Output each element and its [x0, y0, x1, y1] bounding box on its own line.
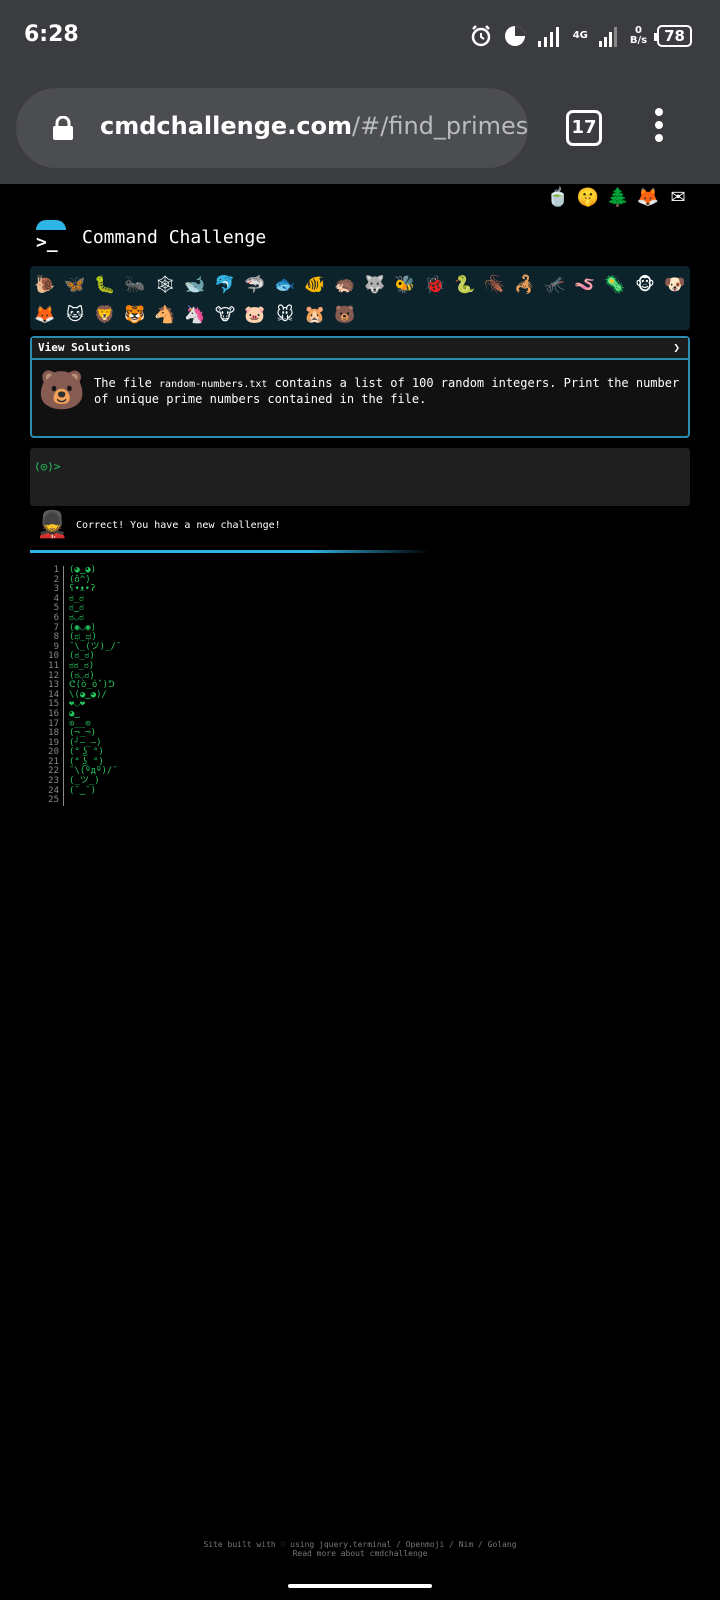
address-bar[interactable]: cmdchallenge.com/#/find_primes — [16, 88, 528, 168]
file-name: random-numbers.txt — [159, 378, 268, 390]
challenge-icon-19[interactable]: 🪱 — [572, 272, 598, 298]
url-path: /#/find_primes — [352, 112, 529, 140]
challenge-icon-12[interactable]: 🐺 — [362, 272, 388, 298]
challenge-icon-6[interactable]: 🦄 — [182, 302, 208, 328]
header-link-icon-1[interactable]: 🍵 — [546, 186, 570, 210]
status-icons: 4G 0 B/s 78 — [469, 20, 692, 52]
challenge-icon-22[interactable]: 🐶 — [662, 272, 688, 298]
header-link-icon-4[interactable]: 🦊 — [636, 186, 660, 210]
challenge-icon-11[interactable]: 🦔 — [332, 272, 358, 298]
line-text — [64, 796, 69, 806]
challenge-icon-4[interactable]: 🐜 — [122, 272, 148, 298]
challenge-icon-4[interactable]: 🐯 — [122, 302, 148, 328]
challenge-icon-13[interactable]: 🐝 — [392, 272, 418, 298]
terminal-logo-icon[interactable]: >_ — [34, 220, 68, 254]
line-number: 25 — [44, 796, 64, 806]
challenge-icons-strip: 🐌 🦋 🐛 🐜 🕸 🐋 🐬 🦈 🐟 🐠 🦔 🐺 🐝 🐞 🐍 🪳 🦂 🦟 🪱 🦠 🐵 🐶 🦊 🐱 🦁 🐯 🐴 🦄 🐮 🐷 🐭 🐹 🐻 — [30, 266, 690, 330]
challenge-icon-21[interactable]: 🐵 — [632, 272, 658, 298]
site-header: >_ Command Challenge — [34, 220, 266, 254]
browser-toolbar: cmdchallenge.com/#/find_primes 17 — [0, 72, 720, 184]
challenge-icon-2[interactable]: 🦋 — [62, 272, 88, 298]
footer: Site built with ♡ using jquery.terminal … — [0, 1540, 720, 1558]
footer-about-link[interactable]: Read more about cmdchallenge — [0, 1549, 720, 1558]
data-saver-icon — [504, 26, 525, 46]
chevron-right-icon: ❯ — [673, 341, 680, 354]
challenge-description: The file random-numbers.txt contains a l… — [94, 375, 680, 406]
challenge-icon-17[interactable]: 🦂 — [512, 272, 538, 298]
challenge-icons-row: 🦊 🐱 🦁 🐯 🐴 🦄 🐮 🐷 🐭 🐹 🐻 — [32, 300, 688, 330]
challenge-icon-8[interactable]: 🦈 — [242, 272, 268, 298]
challenge-icon-14[interactable]: 🐞 — [422, 272, 448, 298]
net-speed: 0 B/s — [629, 25, 648, 46]
header-link-icon-3[interactable]: 🌲 — [606, 186, 630, 210]
view-solutions-label: View Solutions — [38, 341, 131, 354]
signal-2-icon — [598, 27, 617, 47]
view-solutions-toggle[interactable]: View Solutions ❯ — [32, 338, 688, 360]
guard-icon: 💂 — [36, 510, 69, 540]
challenge-icon-15[interactable]: 🐍 — [452, 272, 478, 298]
challenge-icon-11[interactable]: 🐻 — [332, 302, 358, 328]
challenge-icons-row: 🐌 🦋 🐛 🐜 🕸 🐋 🐬 🦈 🐟 🐠 🦔 🐺 🐝 🐞 🐍 🪳 🦂 🦟 🪱 🦠 🐵 🐶 — [32, 270, 688, 300]
terminal-prompt: (◎)> — [34, 460, 61, 473]
site-title[interactable]: Command Challenge — [82, 227, 266, 248]
challenge-icon-20[interactable]: 🦠 — [602, 272, 628, 298]
alarm-icon — [471, 25, 490, 47]
challenge-icon-7[interactable]: 🐬 — [212, 272, 238, 298]
overflow-menu-button[interactable] — [654, 108, 664, 148]
challenge-icon-9[interactable]: 🐟 — [272, 272, 298, 298]
terminal-output: 1 (◕‿◕) 2 (ô^) 3 ʕ•ᴥ•ʔ 4 ಠ_ಠ 5 ಠ‿ಠ 6 ಠ◡ಠ 7 (◉◡◉) 8 (ಥ_ಥ… — [44, 565, 121, 806]
progress-bar — [30, 550, 430, 553]
challenge-icon-6[interactable]: 🐋 — [182, 272, 208, 298]
header-icon-links: 🍵 🤫 🌲 🦊 ✉ — [546, 186, 690, 210]
challenge-icon-7[interactable]: 🐮 — [212, 302, 238, 328]
network-type: 4G — [572, 30, 588, 41]
status-bar: 6:28 4G 0 B/s 78 — [0, 0, 720, 72]
line-text: (¯‿¯) — [69, 785, 97, 796]
challenge-icon-5[interactable]: 🐴 — [152, 302, 178, 328]
footer-credits: Site built with ♡ using jquery.terminal … — [203, 1540, 517, 1549]
challenge-icon-16[interactable]: 🪳 — [482, 272, 508, 298]
challenge-icon-2[interactable]: 🐱 — [62, 302, 88, 328]
url-text: cmdchallenge.com/#/find_primes — [100, 112, 528, 140]
challenge-icon-9[interactable]: 🐭 — [272, 302, 298, 328]
header-link-icon-5[interactable]: ✉ — [666, 186, 690, 210]
challenge-icon-5[interactable]: 🕸 — [152, 272, 178, 298]
output-line: 25 — [44, 796, 121, 806]
terminal-input[interactable]: (◎)> — [30, 448, 690, 506]
signal-icon — [537, 27, 559, 47]
challenge-icon-1[interactable]: 🦊 — [32, 302, 58, 328]
clock: 6:28 — [24, 22, 79, 47]
challenge-icon-8[interactable]: 🐷 — [242, 302, 268, 328]
challenge-icon-10[interactable]: 🐠 — [302, 272, 328, 298]
challenge-panel: View Solutions ❯ 🐻 The file random-numbe… — [30, 336, 690, 438]
url-host: cmdchallenge.com — [100, 112, 353, 140]
tab-switcher-button[interactable]: 17 — [566, 110, 602, 146]
header-link-icon-2[interactable]: 🤫 — [576, 186, 600, 210]
bear-icon: 🐻 — [38, 368, 86, 412]
home-indicator[interactable] — [288, 1584, 432, 1588]
challenge-icon-3[interactable]: 🦁 — [92, 302, 118, 328]
challenge-icon-10[interactable]: 🐹 — [302, 302, 328, 328]
challenge-icon-1[interactable]: 🐌 — [32, 272, 58, 298]
challenge-icon-3[interactable]: 🐛 — [92, 272, 118, 298]
lock-icon — [53, 116, 73, 140]
challenge-icon-18[interactable]: 🦟 — [542, 272, 568, 298]
battery-indicator: 78 — [654, 25, 692, 47]
result-text: Correct! You have a new challenge! — [76, 519, 281, 531]
result-message: 💂 Correct! You have a new challenge! — [36, 510, 281, 540]
